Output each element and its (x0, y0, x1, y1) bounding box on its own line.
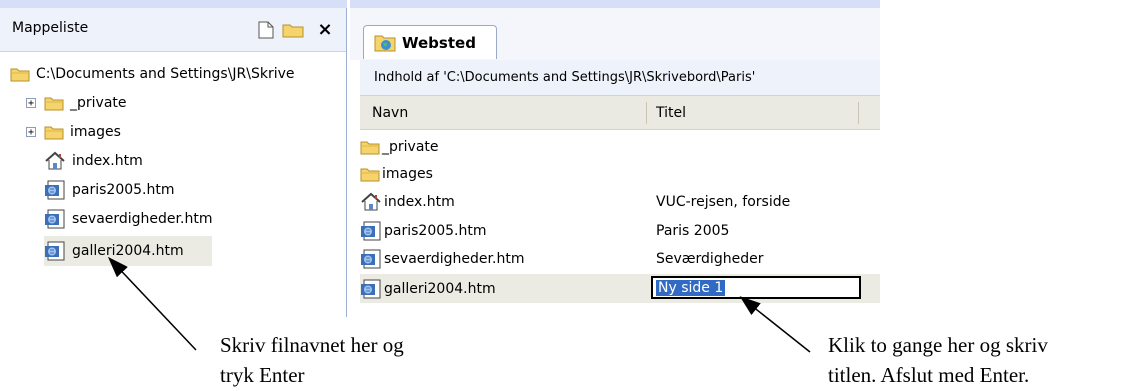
annotation-left-line2: tryk Enter (220, 363, 305, 387)
annotation-right-line2: titlen. Afslut med Enter. (828, 363, 1030, 387)
annotation-right-line1: Klik to gange her og skriv (828, 333, 1048, 357)
annotation-left-line1: Skriv filnavnet her og (220, 333, 404, 357)
annotation-left: Skriv filnavnet her og tryk Enter (220, 330, 404, 390)
annotation-right: Klik to gange her og skriv titlen. Afslu… (828, 330, 1048, 390)
arrow-right (739, 296, 811, 353)
arrow-left (107, 256, 197, 351)
